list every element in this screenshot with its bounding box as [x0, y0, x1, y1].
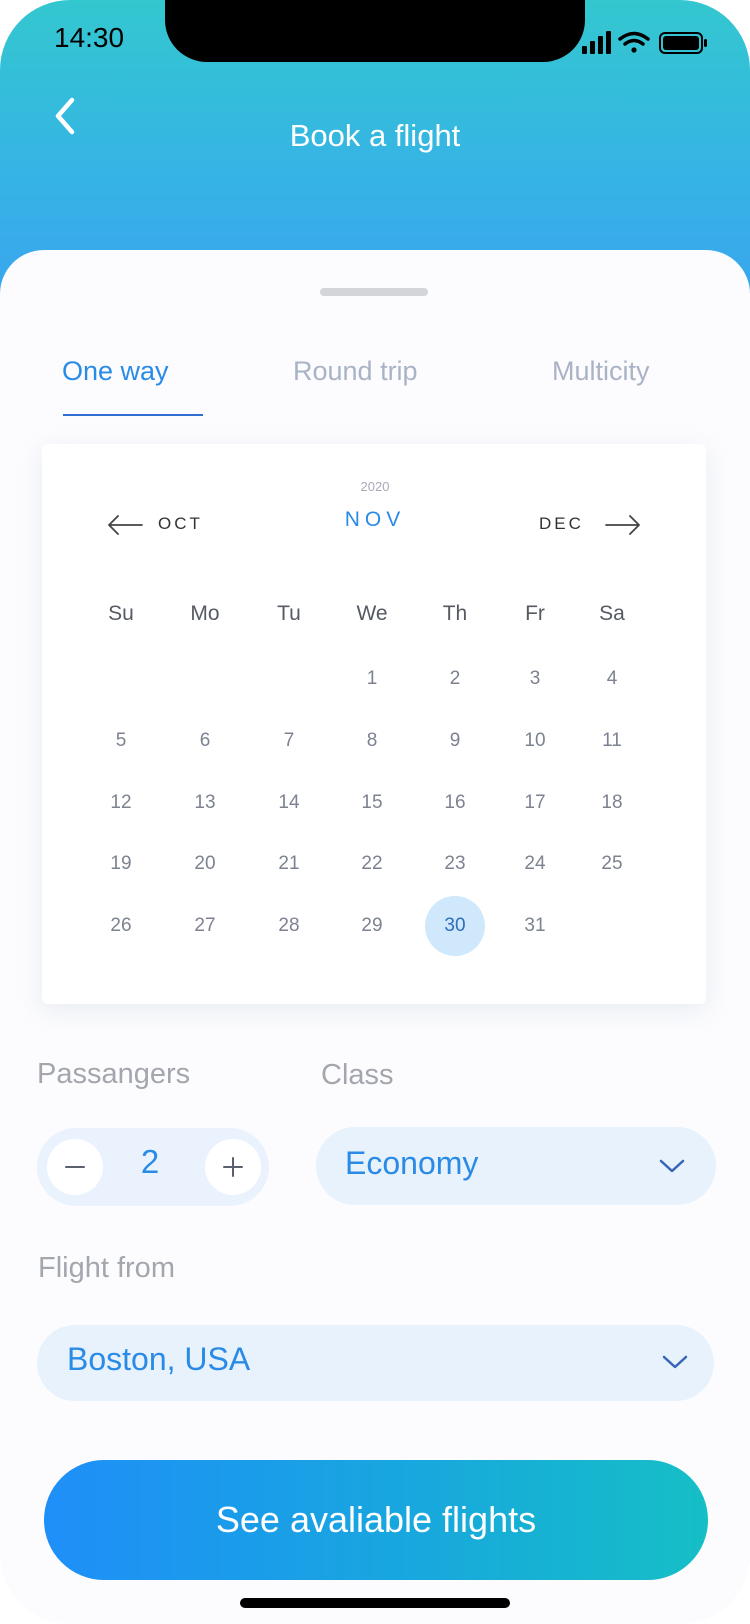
calendar-day[interactable]: 4 [582, 649, 642, 709]
calendar-day[interactable]: 10 [505, 711, 565, 771]
passengers-label: Passangers [37, 1058, 191, 1090]
sheet-grabber[interactable] [320, 288, 428, 296]
weekday-label: Tu [277, 602, 301, 625]
calendar-day[interactable]: 6 [175, 711, 235, 771]
active-tab-indicator [63, 414, 203, 416]
class-label: Class [321, 1059, 394, 1091]
passenger-count: 2 [140, 1143, 160, 1180]
calendar-day[interactable]: 15 [342, 773, 402, 833]
calendar-day[interactable]: 13 [175, 773, 235, 833]
see-available-flights-button[interactable]: See avaliable flights [44, 1460, 708, 1580]
calendar-day[interactable]: 2 [425, 649, 485, 709]
calendar-day[interactable]: 26 [91, 896, 151, 956]
page-title: Book a flight [289, 118, 461, 153]
weekday-label: Fr [525, 602, 545, 625]
calendar-day[interactable]: 20 [175, 834, 235, 894]
tab-round-trip[interactable]: Round trip [293, 356, 418, 387]
calendar-day-selected[interactable]: 30 [425, 896, 485, 956]
decrement-passengers-button[interactable] [47, 1139, 103, 1195]
status-icons [582, 30, 722, 63]
class-value: Economy [345, 1145, 479, 1181]
flight-from-dropdown-toggle[interactable] [661, 1352, 689, 1377]
signal-icon [582, 31, 611, 54]
weekday-label: Su [108, 602, 134, 625]
calendar-day[interactable]: 16 [425, 773, 485, 833]
device-notch [165, 0, 585, 62]
calendar-day[interactable]: 31 [505, 896, 565, 956]
chevron-down-icon [659, 1159, 685, 1173]
calendar-day[interactable]: 17 [505, 773, 565, 833]
calendar-day[interactable]: 18 [582, 773, 642, 833]
calendar-day[interactable]: 22 [342, 834, 402, 894]
battery-icon [659, 32, 707, 54]
weekday-label: Sa [599, 602, 625, 625]
calendar-year: 2020 [360, 479, 390, 494]
calendar-day[interactable]: 21 [259, 834, 319, 894]
flight-from-label: Flight from [38, 1252, 175, 1284]
calendar-day[interactable]: 23 [425, 834, 485, 894]
calendar-day[interactable]: 25 [582, 834, 642, 894]
calendar-day[interactable]: 3 [505, 649, 565, 709]
calendar-day[interactable]: 11 [582, 711, 642, 771]
calendar-day[interactable]: 19 [91, 834, 151, 894]
next-month-label[interactable]: DEC [539, 514, 584, 534]
minus-icon [65, 1166, 85, 1168]
weekday-label: We [356, 602, 388, 625]
calendar-day[interactable]: 1 [342, 649, 402, 709]
calendar-day[interactable]: 14 [259, 773, 319, 833]
calendar-day[interactable]: 29 [342, 896, 402, 956]
increment-passengers-button[interactable] [205, 1139, 261, 1195]
status-time: 14:30 [54, 22, 125, 53]
calendar-day[interactable]: 28 [259, 896, 319, 956]
calendar-day[interactable]: 5 [91, 711, 151, 771]
tab-one-way[interactable]: One way [62, 356, 169, 387]
calendar-day[interactable]: 8 [342, 711, 402, 771]
tab-multicity[interactable]: Multicity [552, 356, 650, 387]
calendar-day[interactable]: 9 [425, 711, 485, 771]
flight-from-value: Boston, USA [67, 1341, 251, 1377]
calendar-day[interactable]: 27 [175, 896, 235, 956]
arrow-right-icon [605, 515, 640, 535]
calendar-day[interactable]: 24 [505, 834, 565, 894]
chevron-down-icon [662, 1355, 688, 1369]
calendar-day[interactable]: 7 [259, 711, 319, 771]
plus-icon [223, 1157, 243, 1177]
weekday-label: Th [442, 602, 468, 625]
calendar-day[interactable]: 12 [91, 773, 151, 833]
next-month-button[interactable] [604, 513, 642, 542]
wifi-icon [618, 31, 650, 53]
home-indicator [240, 1598, 510, 1608]
class-dropdown-toggle[interactable] [658, 1156, 686, 1181]
weekday-label: Mo [190, 602, 220, 625]
phone-screen: 14:30 Book a flight One way Round trip M… [0, 0, 750, 1624]
